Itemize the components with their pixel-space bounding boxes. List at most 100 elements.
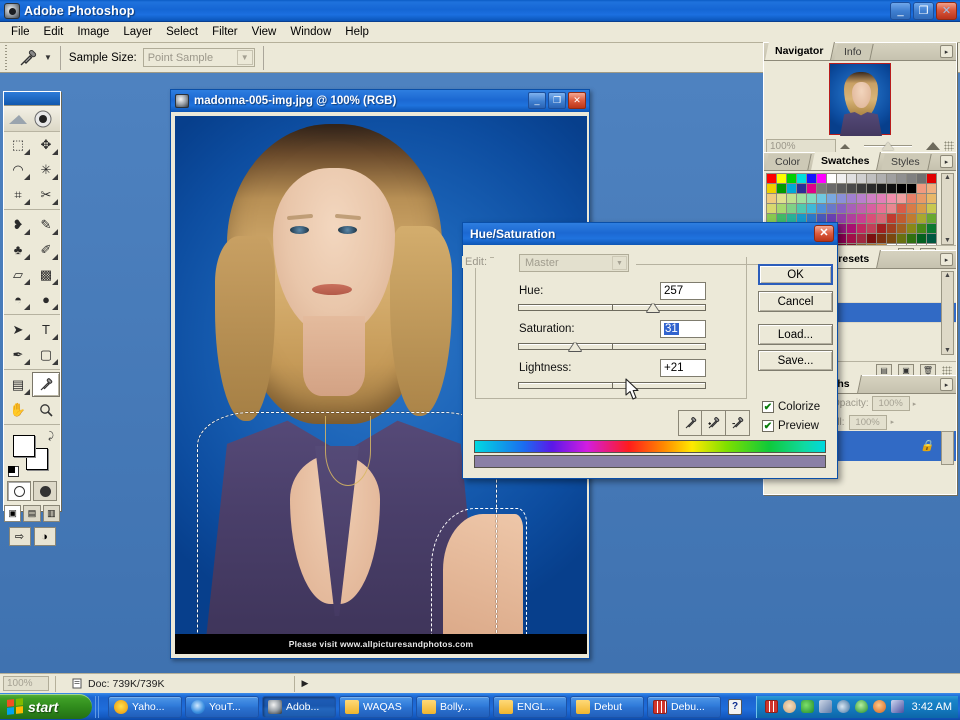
zoom-tool[interactable] xyxy=(32,397,60,422)
clock[interactable]: 3:42 AM xyxy=(912,701,952,713)
crop-tool[interactable]: ⌗ xyxy=(4,182,32,207)
eraser-tool[interactable]: ▱ xyxy=(4,262,32,287)
preview-checkbox[interactable]: ✔ xyxy=(762,420,774,432)
gradient-tool[interactable]: ▩ xyxy=(32,262,60,287)
clone-stamp-tool[interactable]: ♣ xyxy=(4,237,32,262)
navigator-thumbnail-area[interactable] xyxy=(764,61,956,137)
document-close-button[interactable]: ✕ xyxy=(568,92,586,109)
menu-image[interactable]: Image xyxy=(70,24,116,40)
zoom-in-icon[interactable] xyxy=(926,142,940,150)
magic-wand-tool[interactable]: ✳ xyxy=(32,157,60,182)
taskbar-debu[interactable]: Debu... xyxy=(647,696,721,718)
film-icon[interactable] xyxy=(765,700,778,713)
lightness-input[interactable]: +21 xyxy=(660,359,706,377)
tab-color[interactable]: Color xyxy=(765,154,811,170)
dialog-close-button[interactable]: ✕ xyxy=(814,225,834,242)
opacity-stepper-icon[interactable]: ▸ xyxy=(913,400,917,408)
scroll-up-icon[interactable]: ▲ xyxy=(944,272,951,279)
hand-tool[interactable]: ✋ xyxy=(4,397,32,422)
saturation-input[interactable]: 31 xyxy=(660,320,706,338)
sample-size-select[interactable]: Point Sample ▼ xyxy=(143,48,255,67)
help-question-icon[interactable]: ? xyxy=(728,699,742,715)
document-maximize-button[interactable]: ❐ xyxy=(548,92,566,109)
blur-tool[interactable]: ◓ xyxy=(4,287,32,312)
document-minimize-button[interactable]: _ xyxy=(528,92,546,109)
fill-stepper-icon[interactable]: ▸ xyxy=(891,418,895,426)
app-icon[interactable] xyxy=(891,700,904,713)
full-screen-menubar-icon[interactable]: ▤ xyxy=(23,505,40,522)
chevron-down-icon[interactable]: ▼ xyxy=(612,256,627,270)
hue-input[interactable]: 257 xyxy=(660,282,706,300)
healing-brush-tool[interactable]: ❥ xyxy=(4,212,32,237)
scroll-down-icon[interactable]: ▼ xyxy=(944,237,951,244)
hue-slider-thumb[interactable] xyxy=(647,303,659,312)
menu-file[interactable]: File xyxy=(4,24,37,40)
swap-colors-icon[interactable]: ⤸ xyxy=(48,431,54,442)
dialog-titlebar[interactable]: Hue/Saturation ✕ xyxy=(463,223,837,245)
menu-help[interactable]: Help xyxy=(338,24,376,40)
edit-in-imageready-icon[interactable]: ◑ xyxy=(34,527,56,546)
taskbar-bolly[interactable]: Bolly... xyxy=(416,696,490,718)
download-icon[interactable] xyxy=(801,700,814,713)
eyedropper-subtract-icon[interactable] xyxy=(726,411,749,435)
menu-layer[interactable]: Layer xyxy=(116,24,159,40)
zoom-level-input[interactable]: 100% xyxy=(3,676,49,691)
history-brush-tool[interactable]: ✐ xyxy=(32,237,60,262)
toolbox-titlebar[interactable] xyxy=(4,92,60,106)
menu-view[interactable]: View xyxy=(245,24,284,40)
save-button[interactable]: Save... xyxy=(758,350,833,371)
eyedropper-add-icon[interactable] xyxy=(702,411,725,435)
tab-swatches[interactable]: Swatches xyxy=(811,152,881,170)
scroll-down-icon[interactable]: ▼ xyxy=(944,347,951,354)
tool-preset-arrow[interactable]: ▼ xyxy=(44,53,52,62)
rectangle-tool[interactable]: ▢ xyxy=(32,342,60,367)
shield-check-icon[interactable] xyxy=(855,700,868,713)
dodge-tool[interactable]: ● xyxy=(32,287,60,312)
default-colors-icon[interactable] xyxy=(8,466,19,477)
eyedropper-sample-icon[interactable] xyxy=(679,411,702,435)
eyedropper-tool[interactable] xyxy=(32,372,60,397)
full-screen-icon[interactable]: ▥ xyxy=(43,505,60,522)
slider-thumb[interactable] xyxy=(882,142,894,150)
standard-mode-icon[interactable] xyxy=(7,481,31,501)
slice-tool[interactable]: ✂ xyxy=(32,182,60,207)
foreground-color-swatch[interactable] xyxy=(13,435,35,457)
start-button[interactable]: start xyxy=(0,694,92,719)
taskbar-waqas[interactable]: WAQAS xyxy=(339,696,413,718)
options-bar-grip[interactable] xyxy=(2,45,11,71)
swatches-scrollbar[interactable]: ▲ ▼ xyxy=(941,173,954,245)
zoom-out-icon[interactable] xyxy=(840,144,850,149)
marquee-tool[interactable]: ⬚ xyxy=(4,132,32,157)
edit-channel-select[interactable]: Master ▼ xyxy=(519,254,629,272)
menu-filter[interactable]: Filter xyxy=(205,24,245,40)
taskbar-youtube[interactable]: YouT... xyxy=(185,696,259,718)
path-selection-tool[interactable]: ➤ xyxy=(4,317,32,342)
pen-tool[interactable]: ✒ xyxy=(4,342,32,367)
menu-edit[interactable]: Edit xyxy=(37,24,71,40)
fill-value[interactable]: 100% xyxy=(849,415,887,430)
load-button[interactable]: Load... xyxy=(758,324,833,345)
tab-info[interactable]: Info xyxy=(835,44,874,60)
status-expand-arrow[interactable]: ▶ xyxy=(301,678,308,689)
sound-icon[interactable] xyxy=(837,700,850,713)
brush-tool[interactable]: ✎ xyxy=(32,212,60,237)
close-button[interactable]: ✕ xyxy=(936,2,957,20)
taskbar-debut[interactable]: Debut xyxy=(570,696,644,718)
menu-window[interactable]: Window xyxy=(283,24,338,40)
menu-select[interactable]: Select xyxy=(159,24,205,40)
standard-screen-icon[interactable]: ▣ xyxy=(4,505,21,522)
resize-grip-icon[interactable] xyxy=(942,366,952,376)
palette-menu-icon[interactable]: ▸ xyxy=(940,45,953,58)
palette-menu-icon[interactable]: ▸ xyxy=(940,155,953,168)
minimize-button[interactable]: _ xyxy=(890,2,911,20)
layers-scrollbar[interactable] xyxy=(941,431,954,465)
document-titlebar[interactable]: madonna-005-img.jpg @ 100% (RGB) _ ❐ ✕ xyxy=(171,90,589,112)
restore-button[interactable]: ❐ xyxy=(913,2,934,20)
taskbar-yahoo[interactable]: Yaho... xyxy=(108,696,182,718)
network-icon[interactable] xyxy=(819,700,832,713)
notes-tool[interactable]: ▤ xyxy=(4,372,32,397)
palette-menu-icon[interactable]: ▸ xyxy=(940,378,953,391)
quick-mask-mode-icon[interactable] xyxy=(33,481,57,501)
tab-navigator[interactable]: Navigator xyxy=(765,42,835,60)
presets-scrollbar[interactable]: ▲ ▼ xyxy=(941,271,954,355)
